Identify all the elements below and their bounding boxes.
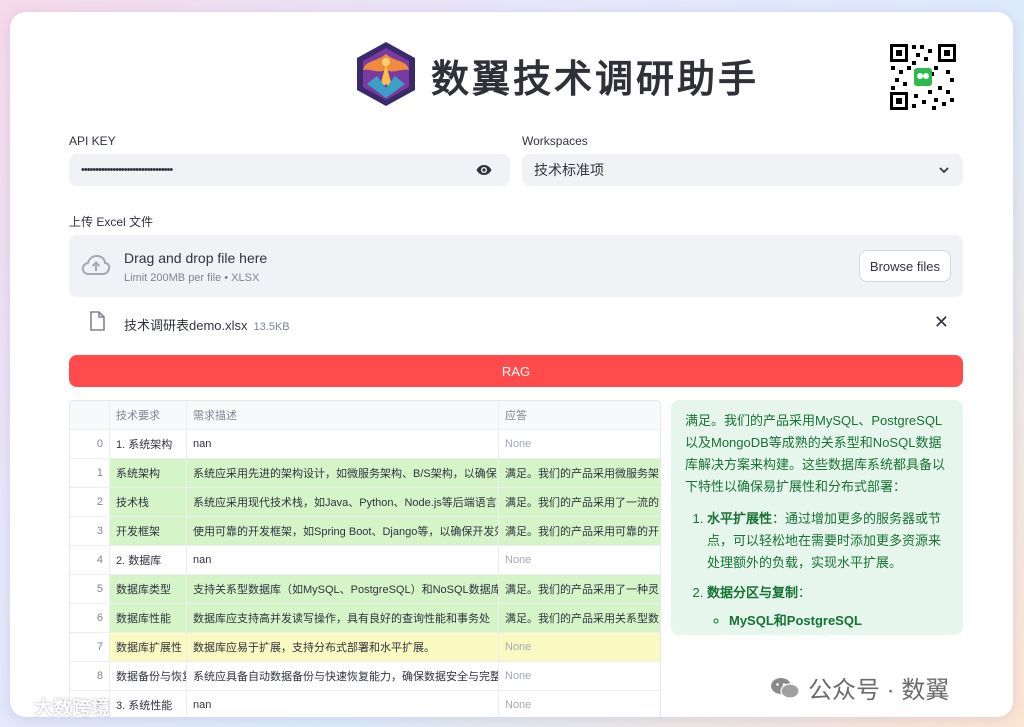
answer-sub-list: MySQL和PostgreSQL — [707, 610, 949, 632]
drag-drop-text: Drag and drop file here — [124, 250, 268, 266]
cloud-upload-icon — [81, 254, 111, 275]
upload-label: 上传 Excel 文件 — [69, 215, 154, 229]
description-cell[interactable]: 系统应采用现代技术栈，如Java、Python、Node.js等后端语言 — [187, 488, 499, 516]
answer-cell[interactable]: None — [499, 633, 660, 661]
table-row[interactable]: 8 数据备份与恢复 系统应具备自动数据备份与快速恢复能力，确保数据安全与完整 None — [70, 662, 660, 691]
answer-sub-item-text: MySQL和PostgreSQL — [729, 613, 862, 628]
answer-cell[interactable]: None — [499, 691, 660, 717]
requirement-cell[interactable]: 2. 数据库 — [110, 546, 187, 574]
file-icon — [90, 311, 105, 331]
requirement-cell[interactable]: 数据库扩展性 — [110, 633, 187, 661]
row-index-cell: 5 — [70, 575, 110, 603]
description-cell[interactable]: 支持关系型数据库（如MySQL、PostgreSQL）和NoSQL数据库 — [187, 575, 499, 603]
api-key-value: •••••••••••••••••••••••••••••••• — [81, 164, 173, 176]
answer-panel: 满足。我们的产品采用MySQL、PostgreSQL以及MongoDB等成熟的关… — [671, 400, 963, 635]
requirement-cell[interactable]: 数据备份与恢复 — [110, 662, 187, 690]
wechat-icon — [771, 677, 800, 699]
qr-code-icon — [888, 42, 958, 112]
workspaces-selected-value: 技术标准项 — [534, 162, 604, 178]
description-cell[interactable]: 数据库应易于扩展，支持分布式部署和水平扩展。 — [187, 633, 499, 661]
brand-watermark: 大数跨境 — [8, 693, 110, 720]
answer-item-text: ： — [798, 585, 812, 600]
workspaces-label: Workspaces — [522, 134, 588, 148]
table-row[interactable]: 9 3. 系统性能 nan None — [70, 691, 660, 717]
phoenix-logo-icon — [357, 42, 415, 106]
table-row[interactable]: 1 系统架构 系统应采用先进的架构设计，如微服务架构、B/S架构，以确保 满足。我们的… — [70, 459, 660, 488]
row-index-cell: 2 — [70, 488, 110, 516]
table-row[interactable]: 0 1. 系统架构 nan None — [70, 430, 660, 459]
description-cell[interactable]: 系统应具备自动数据备份与快速恢复能力，确保数据安全与完整 — [187, 662, 499, 690]
answer-cell[interactable]: 满足。我们的产品采用可靠的开 — [499, 517, 660, 545]
table-row[interactable]: 4 2. 数据库 nan None — [70, 546, 660, 575]
row-index-cell: 6 — [70, 604, 110, 632]
row-index-cell: 0 — [70, 430, 110, 458]
description-cell[interactable]: nan — [187, 546, 499, 574]
row-index-cell: 3 — [70, 517, 110, 545]
table-row[interactable]: 6 数据库性能 数据库应支持高并发读写操作，具有良好的查询性能和事务处 满足。我们的产… — [70, 604, 660, 633]
file-size: 13.5KB — [253, 321, 290, 333]
row-index-cell: 7 — [70, 633, 110, 661]
remove-file-close-icon[interactable]: ✕ — [934, 312, 949, 333]
brand-watermark-text: 大数跨境 — [34, 698, 111, 719]
requirement-cell[interactable]: 数据库类型 — [110, 575, 187, 603]
answer-cell[interactable]: 满足。我们的产品采用了一种灵 — [499, 575, 660, 603]
answer-cell[interactable]: None — [499, 546, 660, 574]
table-row[interactable]: 3 开发框架 使用可靠的开发框架，如Spring Boot、Django等，以确保开… — [70, 517, 660, 546]
row-index-cell: 1 — [70, 459, 110, 487]
column-header-answer[interactable]: 应答 — [499, 401, 660, 429]
requirement-cell[interactable]: 数据库性能 — [110, 604, 187, 632]
column-header-requirement[interactable]: 技术要求 — [110, 401, 187, 429]
row-index-cell: 8 — [70, 662, 110, 690]
column-header-index — [70, 401, 110, 429]
results-table[interactable]: 技术要求 需求描述 应答 0 1. 系统架构 nan None 1 系统架构 系统应采用先进… — [69, 400, 661, 717]
infinity-icon — [11, 701, 27, 712]
table-row[interactable]: 7 数据库扩展性 数据库应易于扩展，支持分布式部署和水平扩展。 None — [70, 633, 660, 662]
uploaded-file-row: 技术调研表demo.xlsx 13.5KB ✕ — [69, 308, 963, 338]
description-cell[interactable]: 系统应采用先进的架构设计，如微服务架构、B/S架构，以确保 — [187, 459, 499, 487]
answer-cell[interactable]: 满足。我们的产品采用微服务架 — [499, 459, 660, 487]
rag-button[interactable]: RAG — [69, 355, 963, 387]
table-row[interactable]: 5 数据库类型 支持关系型数据库（如MySQL、PostgreSQL）和NoSQL数… — [70, 575, 660, 604]
requirement-cell[interactable]: 开发框架 — [110, 517, 187, 545]
answer-list-item: 数据分区与复制： MySQL和PostgreSQL — [707, 582, 949, 632]
description-cell[interactable]: 使用可靠的开发框架，如Spring Boot、Django等，以确保开发效 — [187, 517, 499, 545]
answer-list: 水平扩展性：通过增加更多的服务器或节点，可以轻松地在需要时添加更多资源来处理额外… — [685, 508, 949, 632]
workspaces-select[interactable]: 技术标准项 — [522, 154, 963, 186]
browse-files-button[interactable]: Browse files — [858, 250, 951, 282]
wechat-watermark: 公众号 · 数翼 — [770, 670, 949, 705]
description-cell[interactable]: nan — [187, 430, 499, 458]
answer-cell[interactable]: None — [499, 430, 660, 458]
answer-sub-item: MySQL和PostgreSQL — [729, 610, 949, 632]
wechat-watermark-text: 公众号 · 数翼 — [808, 677, 950, 704]
table-body: 0 1. 系统架构 nan None 1 系统架构 系统应采用先进的架构设计，如微服务架构、… — [70, 430, 660, 717]
upload-limit-text: Limit 200MB per file • XLSX — [124, 272, 260, 284]
eye-icon[interactable] — [476, 164, 492, 176]
requirement-cell[interactable]: 3. 系统性能 — [110, 691, 187, 717]
requirement-cell[interactable]: 1. 系统架构 — [110, 430, 187, 458]
requirement-cell[interactable]: 技术栈 — [110, 488, 187, 516]
api-key-label: API KEY — [69, 134, 116, 148]
table-row[interactable]: 2 技术栈 系统应采用现代技术栈，如Java、Python、Node.js等后端语言… — [70, 488, 660, 517]
answer-cell[interactable]: None — [499, 662, 660, 690]
api-key-input[interactable]: •••••••••••••••••••••••••••••••• — [69, 154, 510, 186]
answer-cell[interactable]: 满足。我们的产品采用了一流的 — [499, 488, 660, 516]
answer-item-title: 水平扩展性 — [707, 511, 773, 526]
row-index-cell: 4 — [70, 546, 110, 574]
column-header-description[interactable]: 需求描述 — [187, 401, 499, 429]
requirement-cell[interactable]: 系统架构 — [110, 459, 187, 487]
answer-list-item: 水平扩展性：通过增加更多的服务器或节点，可以轻松地在需要时添加更多资源来处理额外… — [707, 508, 949, 574]
table-header-row: 技术要求 需求描述 应答 — [70, 401, 660, 430]
answer-intro: 满足。我们的产品采用MySQL、PostgreSQL以及MongoDB等成熟的关… — [685, 413, 946, 494]
chevron-down-icon — [939, 167, 949, 174]
description-cell[interactable]: 数据库应支持高并发读写操作，具有良好的查询性能和事务处 — [187, 604, 499, 632]
app-card: 数翼技术调研助手 API KEY •••••••••••••••••••••••… — [10, 12, 1013, 717]
file-name-text: 技术调研表demo.xlsx — [124, 318, 248, 333]
file-dropzone[interactable]: Drag and drop file here Limit 200MB per … — [69, 235, 963, 297]
answer-item-title: 数据分区与复制 — [707, 585, 799, 600]
page-title: 数翼技术调研助手 — [431, 59, 760, 101]
file-name: 技术调研表demo.xlsx 13.5KB — [124, 315, 290, 334]
description-cell[interactable]: nan — [187, 691, 499, 717]
answer-cell[interactable]: 满足。我们的产品采用关系型数 — [499, 604, 660, 632]
